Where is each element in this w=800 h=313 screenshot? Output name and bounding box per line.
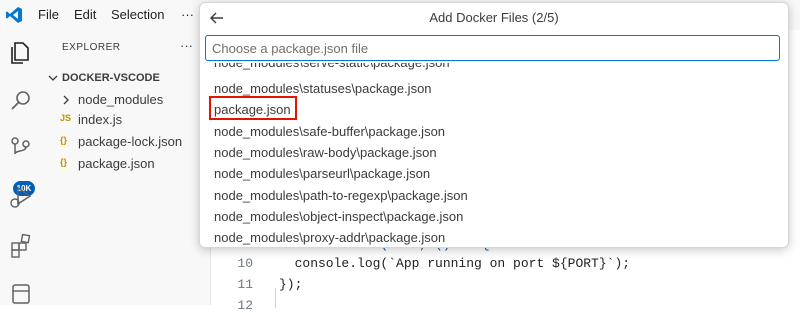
menu-edit[interactable]: Edit (74, 0, 96, 30)
tree-item-package-json[interactable]: {} package.json (42, 153, 210, 175)
activity-bar: 10K (0, 30, 43, 305)
list-item[interactable]: node_modules\raw-body\package.json (214, 142, 437, 163)
json-file-icon: {} (60, 157, 68, 167)
search-icon[interactable] (6, 86, 36, 116)
tree-item-label: node_modules (78, 92, 164, 107)
indent-guide (275, 288, 276, 308)
run-debug-icon[interactable] (6, 182, 36, 212)
tree-item-index-js[interactable]: JS index.js (42, 109, 210, 131)
list-item[interactable]: node_modules\path-to-regexp\package.json (214, 185, 468, 206)
quick-pick-list: node_modules\serve-static\package.json n… (200, 63, 788, 247)
code-line: }); (279, 277, 303, 292)
list-item[interactable]: node_modules\object-inspect\package.json (214, 206, 463, 227)
json-file-icon: {} (60, 135, 68, 145)
menu-file[interactable]: File (38, 0, 59, 30)
quick-pick-title: Add Docker Files (2/5) (429, 10, 559, 25)
explorer-icon[interactable] (6, 38, 36, 68)
tree-item-package-lock-json[interactable]: {} package-lock.json (42, 131, 210, 153)
quick-pick: Add Docker Files (2/5) node_modules\serv… (199, 2, 789, 248)
tree-item-label: package-lock.json (78, 134, 183, 149)
menu-selection[interactable]: Selection (111, 0, 164, 30)
code-line: console.log(`App running on port ${PORT}… (279, 256, 631, 271)
line-number: 11 (237, 277, 253, 292)
source-control-icon[interactable] (6, 134, 36, 164)
tree-item-label: package.json (78, 156, 155, 171)
extensions-icon[interactable] (6, 230, 36, 260)
folder-header[interactable]: DOCKER-VSCODE (48, 72, 160, 84)
folder-name: DOCKER-VSCODE (62, 72, 160, 84)
explorer-title: EXPLORER (62, 42, 121, 53)
line-number: 10 (237, 256, 253, 271)
chevron-right-icon (63, 95, 69, 105)
highlight-box (209, 96, 297, 120)
list-item[interactable]: node_modules\proxy-addr\package.json (214, 227, 445, 247)
docker-icon[interactable] (6, 278, 36, 308)
line-number: 12 (237, 298, 253, 313)
js-file-icon: JS (60, 113, 72, 123)
tree-item-label: index.js (78, 112, 123, 127)
explorer-more-button[interactable]: ··· (180, 38, 193, 53)
vscode-logo-icon (6, 7, 22, 23)
list-item[interactable]: node_modules\serve-static\package.json (214, 63, 450, 73)
list-item[interactable]: node_modules\safe-buffer\package.json (214, 121, 445, 142)
package-json-input[interactable] (205, 35, 780, 61)
explorer-sidebar: EXPLORER ··· DOCKER-VSCODE node_modules … (42, 30, 211, 305)
menu-more-button[interactable]: ··· (181, 0, 194, 30)
chevron-down-icon (48, 75, 58, 82)
list-item[interactable]: node_modules\parseurl\package.json (214, 163, 430, 184)
tree-item-node-modules[interactable]: node_modules (42, 89, 210, 111)
